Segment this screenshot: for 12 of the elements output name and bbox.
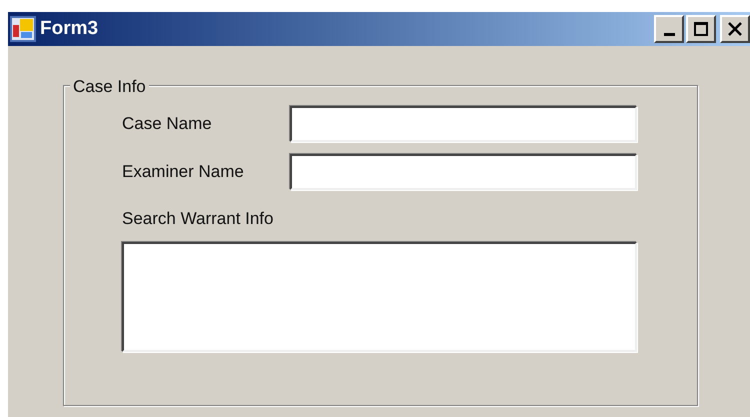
app-icon <box>10 16 36 42</box>
minimize-button[interactable] <box>654 15 684 43</box>
window-title: Form3 <box>40 16 98 41</box>
input-field[interactable] <box>290 154 637 190</box>
field-label: Examiner Name <box>122 161 245 184</box>
close-button[interactable] <box>720 15 750 43</box>
close-icon <box>728 22 742 36</box>
input-field[interactable] <box>122 242 637 352</box>
field-label: Case Name <box>122 113 213 136</box>
input-field[interactable] <box>290 106 637 142</box>
field-label: Search Warrant Info <box>122 208 274 230</box>
maximize-button[interactable] <box>686 15 716 43</box>
